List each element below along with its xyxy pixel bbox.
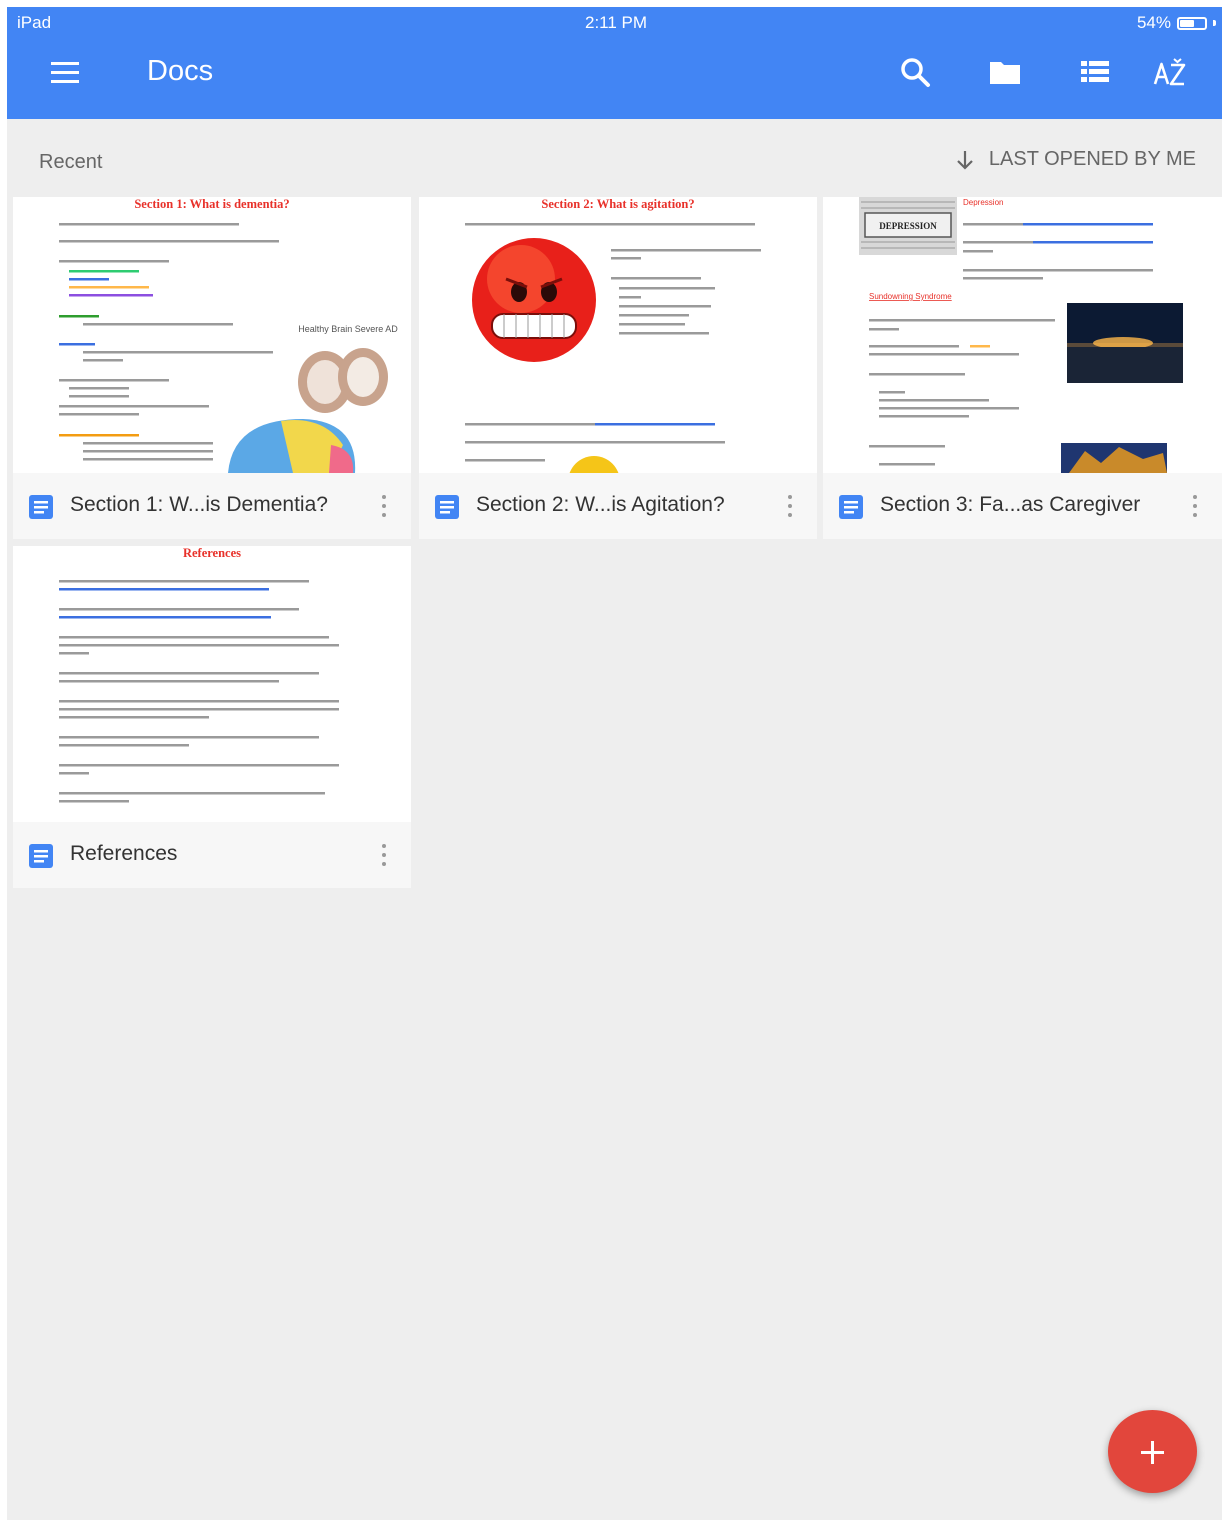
- doc-card-section-2[interactable]: Section 2: What is agitation? Section 2:…: [419, 197, 817, 539]
- more-options-button[interactable]: [783, 491, 797, 521]
- search-button[interactable]: [897, 55, 933, 89]
- plus-icon: [1141, 1441, 1164, 1464]
- doc-card-footer: References: [13, 822, 411, 888]
- doc-title: Section 3: Fa...as Caregiver: [880, 493, 1141, 516]
- search-icon: [901, 58, 930, 87]
- new-document-button[interactable]: [1108, 1410, 1197, 1493]
- status-device-name: iPad: [17, 13, 52, 32]
- preview-heading: Depression: [963, 198, 1003, 207]
- doc-thumbnail: DEPRESSION Depression Sundowning Syndrom…: [823, 197, 1222, 473]
- preview-subheading: Sundowning Syndrome: [869, 292, 952, 301]
- folder-button[interactable]: [987, 55, 1023, 89]
- preview-image-label: Healthy Brain Severe AD: [298, 324, 398, 334]
- more-options-icon: [382, 844, 386, 848]
- sort-order-button[interactable]: LAST OPENED BY ME: [955, 148, 1196, 171]
- battery-level-fill: [1180, 19, 1195, 27]
- list-view-icon: [1081, 61, 1109, 82]
- battery-icon: [1177, 16, 1207, 30]
- menu-icon: [51, 62, 79, 83]
- docs-file-icon: [839, 495, 863, 519]
- app-title: Docs: [147, 55, 214, 87]
- doc-card-footer: Section 2: W...is Agitation?: [419, 473, 817, 539]
- preview-heading: References: [183, 546, 241, 560]
- more-options-button[interactable]: [1188, 491, 1202, 521]
- preview-heading: Section 2: What is agitation?: [541, 197, 694, 211]
- document-preview: Section 1: What is dementia? Healthy Bra…: [59, 197, 398, 473]
- sort-az-icon: [1153, 58, 1186, 86]
- more-options-button[interactable]: [377, 840, 391, 870]
- menu-button[interactable]: [45, 57, 85, 89]
- doc-title: Section 2: W...is Agitation?: [476, 493, 725, 516]
- sort-button[interactable]: [1152, 55, 1188, 89]
- preview-image-label: DEPRESSION: [879, 221, 937, 231]
- more-options-icon: [788, 513, 792, 517]
- more-options-icon: [382, 495, 386, 499]
- document-preview: DEPRESSION Depression Sundowning Syndrom…: [859, 197, 1183, 473]
- recent-label: Recent: [39, 151, 103, 173]
- more-options-icon: [1193, 495, 1197, 499]
- doc-thumbnail: Section 1: What is dementia? Healthy Bra…: [13, 197, 411, 473]
- preview-heading: Section 1: What is dementia?: [134, 197, 289, 211]
- battery-percentage: 54%: [1136, 13, 1171, 32]
- docs-file-icon: [29, 844, 53, 868]
- battery-tip: [1213, 20, 1216, 26]
- more-options-icon: [788, 504, 792, 508]
- more-options-icon: [788, 495, 792, 499]
- doc-card-footer: Section 3: Fa...as Caregiver: [823, 473, 1222, 539]
- doc-thumbnail: Section 2: What is agitation?: [419, 197, 817, 473]
- doc-card-references[interactable]: References References: [13, 546, 411, 888]
- more-options-icon: [382, 513, 386, 517]
- doc-title: Section 1: W...is Dementia?: [70, 493, 328, 516]
- more-options-button[interactable]: [377, 491, 391, 521]
- list-view-button[interactable]: [1077, 55, 1113, 89]
- docs-app: iPad 2:11 PM 54% Docs Recent LAST OPENED…: [7, 7, 1222, 1520]
- status-time: 2:11 PM: [585, 13, 648, 32]
- docs-file-icon: [29, 495, 53, 519]
- more-options-icon: [382, 504, 386, 508]
- status-battery: 54%: [1137, 13, 1216, 33]
- document-preview: Section 2: What is agitation?: [465, 197, 761, 473]
- doc-card-section-1[interactable]: Section 1: What is dementia? Healthy Bra…: [13, 197, 411, 539]
- folder-icon: [990, 62, 1020, 84]
- list-header: Recent LAST OPENED BY ME: [7, 119, 1222, 197]
- app-bar: iPad 2:11 PM 54% Docs: [7, 7, 1222, 119]
- doc-thumbnail: References: [13, 546, 411, 822]
- doc-card-section-3[interactable]: DEPRESSION Depression Sundowning Syndrom…: [823, 197, 1222, 539]
- more-options-icon: [1193, 504, 1197, 508]
- sort-order-label: LAST OPENED BY ME: [988, 148, 1196, 170]
- doc-title: References: [70, 842, 178, 865]
- docs-file-icon: [435, 495, 459, 519]
- doc-card-footer: Section 1: W...is Dementia?: [13, 473, 411, 539]
- more-options-icon: [382, 853, 386, 857]
- more-options-icon: [382, 862, 386, 866]
- more-options-icon: [1193, 513, 1197, 517]
- arrow-down-icon: [957, 150, 973, 170]
- document-preview: References: [59, 546, 339, 803]
